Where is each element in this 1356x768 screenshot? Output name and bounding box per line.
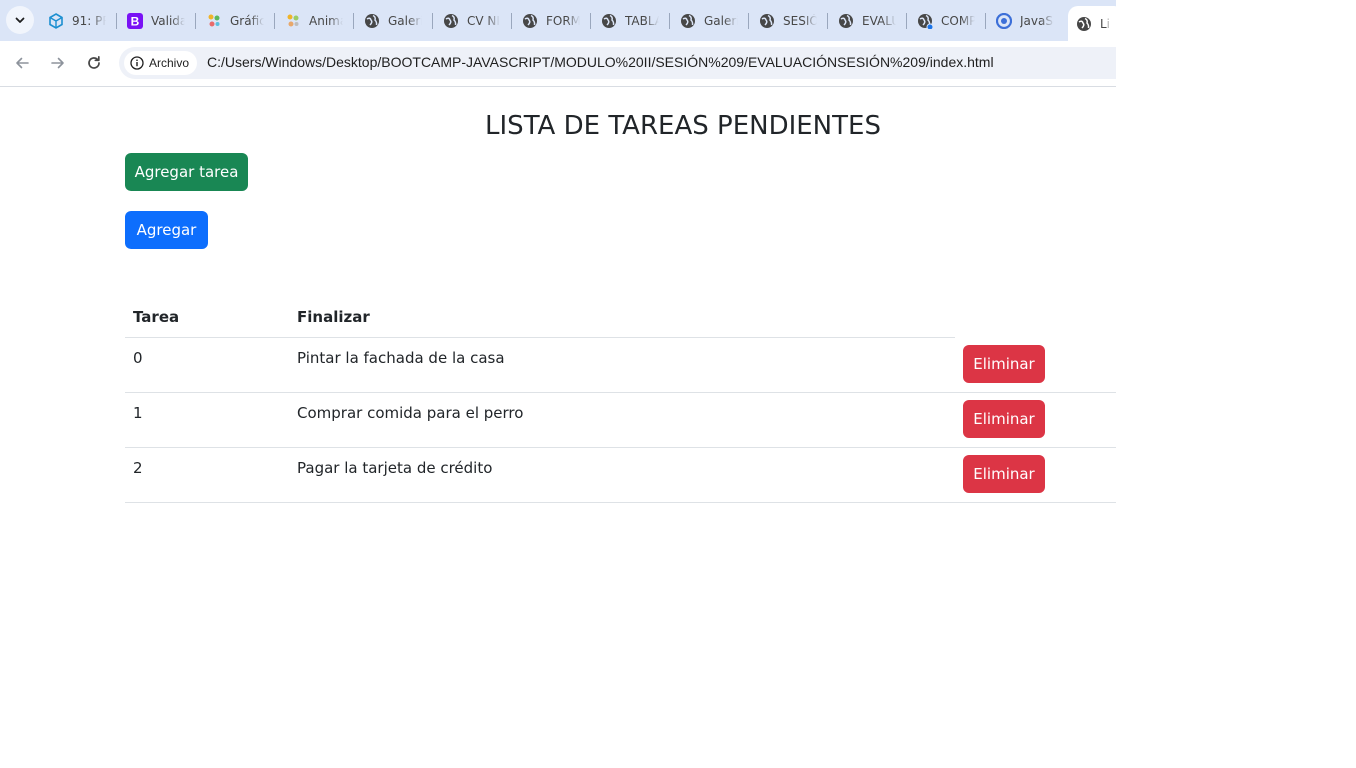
- table-row: 1 Comprar comida para el perro Eliminar: [125, 393, 1116, 448]
- tab-8[interactable]: Galeri: [680, 7, 738, 35]
- tab-title: JavaSc: [1020, 14, 1054, 28]
- tab-title: Anima: [309, 14, 343, 28]
- tab-9[interactable]: SESIÓ: [759, 7, 817, 35]
- task-id: 1: [133, 404, 143, 422]
- tab-search-button[interactable]: [6, 6, 34, 34]
- tab-title: FORM: [546, 14, 580, 28]
- globe-icon: [601, 13, 617, 29]
- info-icon: [130, 56, 144, 70]
- tab-2[interactable]: Gráfic: [206, 7, 264, 35]
- address-bar[interactable]: Archivo C:/Users/Windows/Desktop/BOOTCAM…: [119, 47, 1116, 79]
- task-description: Pintar la fachada de la casa: [297, 349, 505, 367]
- tab-5[interactable]: CV NI: [443, 7, 501, 35]
- tab-0[interactable]: 91: PR: [48, 7, 106, 35]
- colorful-burst-icon: [285, 13, 301, 29]
- page-content: LISTA DE TAREAS PENDIENTES Agregar tarea…: [0, 87, 1116, 768]
- delete-button[interactable]: Eliminar: [963, 345, 1045, 383]
- forward-button[interactable]: [44, 49, 72, 77]
- page-title: LISTA DE TAREAS PENDIENTES: [485, 111, 881, 141]
- back-button[interactable]: [8, 49, 36, 77]
- column-header-finalizar: Finalizar: [297, 308, 370, 326]
- globe-with-dot-icon: [917, 13, 933, 29]
- codepen-cube-icon: [48, 13, 64, 29]
- add-button[interactable]: Agregar: [125, 211, 208, 249]
- browser-window: 91: PR B Valida Gráfic Anima: [0, 0, 1116, 768]
- column-header-tarea: Tarea: [133, 308, 180, 326]
- globe-icon: [522, 13, 538, 29]
- browser-toolbar: Archivo C:/Users/Windows/Desktop/BOOTCAM…: [0, 41, 1116, 87]
- chevron-down-icon: [15, 17, 25, 23]
- delete-button[interactable]: Eliminar: [963, 400, 1045, 438]
- tab-1[interactable]: B Valida: [127, 7, 185, 35]
- bootstrap-icon: B: [127, 13, 143, 29]
- tab-6[interactable]: FORM: [522, 7, 580, 35]
- globe-icon: [759, 13, 775, 29]
- globe-icon: [838, 13, 854, 29]
- delete-button[interactable]: Eliminar: [963, 455, 1045, 493]
- tab-title: Galeri: [388, 14, 422, 28]
- tab-title: TABLA: [625, 14, 659, 28]
- arrow-left-icon: [16, 57, 29, 69]
- tab-7[interactable]: TABLA: [601, 7, 659, 35]
- site-info-chip[interactable]: Archivo: [124, 51, 198, 75]
- tab-11[interactable]: COMP: [917, 7, 975, 35]
- tab-10[interactable]: EVALU: [838, 7, 896, 35]
- table-row: 2 Pagar la tarjeta de crédito Eliminar: [125, 448, 1116, 503]
- globe-icon: [364, 13, 380, 29]
- reload-icon: [88, 55, 100, 69]
- reload-button[interactable]: [80, 49, 108, 77]
- tab-title: EVALU: [862, 14, 896, 28]
- tab-title: Galeri: [704, 14, 738, 28]
- tab-title: COMP: [941, 14, 975, 28]
- tab-13-active[interactable]: Li: [1068, 6, 1116, 41]
- globe-icon: [443, 13, 459, 29]
- tab-strip: 91: PR B Valida Gráfic Anima: [0, 0, 1116, 41]
- url-text[interactable]: C:/Users/Windows/Desktop/BOOTCAMP-JAVASC…: [207, 54, 994, 70]
- chrome-ring-icon: [996, 13, 1012, 29]
- tab-title: CV NI: [467, 14, 500, 28]
- tab-title: SESIÓ: [783, 14, 817, 28]
- add-task-button[interactable]: Agregar tarea: [125, 153, 248, 191]
- tab-title: Li: [1100, 16, 1111, 31]
- tab-3[interactable]: Anima: [285, 7, 343, 35]
- task-description: Pagar la tarjeta de crédito: [297, 459, 493, 477]
- tab-4[interactable]: Galeri: [364, 7, 422, 35]
- tab-title: 91: PR: [72, 14, 106, 28]
- arrow-right-icon: [51, 57, 64, 69]
- globe-icon: [1076, 16, 1092, 32]
- colorful-burst-icon: [206, 13, 222, 29]
- globe-icon: [680, 13, 696, 29]
- task-id: 0: [133, 349, 143, 367]
- svg-text:B: B: [131, 15, 140, 29]
- tab-title: Valida: [151, 14, 185, 28]
- task-id: 2: [133, 459, 143, 477]
- table-row: 0 Pintar la fachada de la casa Eliminar: [125, 338, 1116, 393]
- tab-12[interactable]: JavaSc: [996, 7, 1054, 35]
- security-label: Archivo: [149, 56, 190, 70]
- task-description: Comprar comida para el perro: [297, 404, 524, 422]
- table-header: Tarea Finalizar: [125, 299, 955, 338]
- tab-title: Gráfic: [230, 14, 264, 28]
